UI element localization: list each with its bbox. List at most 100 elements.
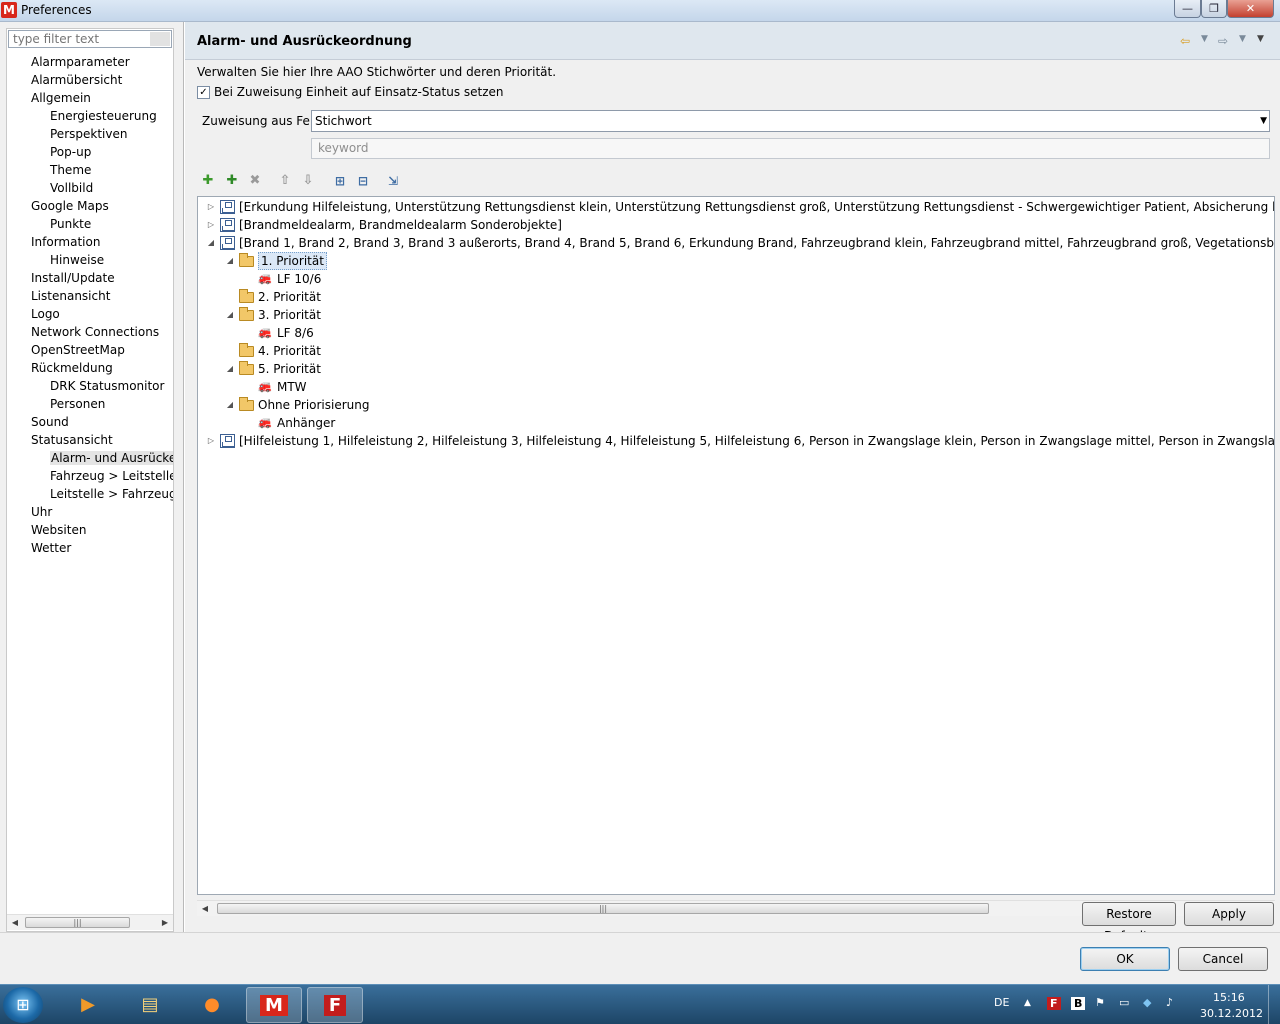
tree-row[interactable]: ◢ 5. Priorität [198, 360, 1274, 378]
sidebar-item[interactable]: Punkte [7, 215, 173, 233]
move-up-icon[interactable]: ⇧ [276, 172, 294, 190]
expanded-twistie-icon[interactable]: ◢ [225, 396, 235, 414]
scroll-right-icon[interactable]: ▶ [157, 915, 173, 931]
sidebar-item[interactable]: Leitstelle > Fahrzeug [7, 485, 173, 503]
tree-row[interactable]: 🚒 MTW [198, 378, 1274, 396]
minimize-button[interactable]: — [1174, 0, 1201, 18]
collapsed-twistie-icon[interactable]: ▷ [206, 432, 216, 450]
sidebar-item[interactable]: Uhr [7, 503, 173, 521]
tree-row[interactable]: 🚒 LF 8/6 [198, 324, 1274, 342]
forward-icon[interactable]: ⇨ [1218, 34, 1228, 48]
import-icon[interactable]: ⇲ [384, 172, 402, 190]
tree-row[interactable]: ◢ [Brand 1, Brand 2, Brand 3, Brand 3 auß… [198, 234, 1274, 252]
sidebar-item[interactable]: Vollbild [7, 179, 173, 197]
show-desktop-button[interactable] [1268, 985, 1280, 1024]
collapsed-twistie-icon[interactable]: ▷ [206, 216, 216, 234]
show-hidden-icons-icon[interactable]: ▲ [1024, 998, 1031, 1008]
sidebar-item[interactable]: Personen [7, 395, 173, 413]
scrollbar-thumb[interactable]: ||| [217, 903, 989, 914]
close-button[interactable]: ✕ [1227, 0, 1274, 18]
sidebar-item[interactable]: Energiesteuerung [7, 107, 173, 125]
expanded-twistie-icon[interactable]: ◢ [225, 360, 235, 378]
ok-button[interactable]: OK [1080, 947, 1170, 971]
expand-all-icon[interactable]: ⊞ [331, 172, 349, 190]
start-button[interactable]: ⊞ [3, 987, 43, 1023]
sidebar-item[interactable]: Theme [7, 161, 173, 179]
keyword-input[interactable]: keyword [311, 138, 1270, 159]
app-m-taskbar-icon[interactable]: M [246, 987, 302, 1023]
sidebar-item[interactable]: Logo [7, 305, 173, 323]
tree-row[interactable]: ▷ [Hilfeleistung 1, Hilfeleistung 2, Hilf… [198, 432, 1274, 450]
sidebar-item[interactable]: Fahrzeug > Leitstelle [7, 467, 173, 485]
tree-row-label: LF 8/6 [277, 326, 314, 340]
forward-dropdown-icon[interactable]: ▼ [1239, 34, 1246, 44]
sidebar-item[interactable]: Network Connections [7, 323, 173, 341]
sidebar-item[interactable]: Statusansicht [7, 431, 173, 449]
assign-field-select[interactable]: Stichwort ▼ [311, 110, 1270, 132]
sidebar-horizontal-scrollbar[interactable]: ◀ ||| ▶ [7, 914, 173, 930]
collapse-all-icon[interactable]: ⊟ [354, 172, 372, 190]
tree-row[interactable]: 2. Priorität [198, 288, 1274, 306]
cancel-button[interactable]: Cancel [1178, 947, 1268, 971]
sidebar-item[interactable]: Alarmparameter [7, 53, 173, 71]
sidebar-item[interactable]: Pop-up [7, 143, 173, 161]
scroll-left-icon[interactable]: ◀ [7, 915, 23, 931]
expanded-twistie-icon[interactable]: ◢ [225, 252, 235, 270]
tree-row[interactable]: ◢ 3. Priorität [198, 306, 1274, 324]
scrollbar-thumb[interactable]: ||| [25, 917, 130, 928]
sidebar-item[interactable]: Alarmübersicht [7, 71, 173, 89]
status-checkbox-row[interactable]: ✓ Bei Zuweisung Einheit auf Einsatz-Stat… [197, 84, 504, 100]
dropbox-icon[interactable]: ◆ [1143, 996, 1151, 1009]
sidebar-item[interactable]: Install/Update [7, 269, 173, 287]
tree-row[interactable]: ◢ 1. Priorität [198, 252, 1274, 270]
status-checkbox[interactable]: ✓ [197, 85, 210, 99]
firefox-icon[interactable]: ● [184, 987, 240, 1023]
tree-row[interactable]: 🚒 LF 10/6 [198, 270, 1274, 288]
sidebar-item[interactable]: Allgemein [7, 89, 173, 107]
volume-icon[interactable]: ♪ [1166, 996, 1173, 1009]
clock-time[interactable]: 15:16 [1213, 991, 1245, 1004]
tray-f-icon[interactable]: F [1047, 997, 1061, 1010]
sidebar-item[interactable]: Google Maps [7, 197, 173, 215]
tree-row[interactable]: 4. Priorität [198, 342, 1274, 360]
sidebar-item[interactable]: Listenansicht [7, 287, 173, 305]
tree-row[interactable]: 🚒 Anhänger [198, 414, 1274, 432]
tray-b-icon[interactable]: B [1071, 997, 1086, 1010]
expanded-twistie-icon[interactable]: ◢ [225, 306, 235, 324]
add-icon[interactable]: ✚ [199, 172, 217, 190]
sidebar-item[interactable]: DRK Statusmonitor [7, 377, 173, 395]
collapsed-twistie-icon[interactable]: ▷ [206, 198, 216, 216]
add-child-icon[interactable]: ✚ [223, 172, 241, 190]
apply-button[interactable]: Apply [1184, 902, 1274, 926]
sidebar-item[interactable]: Sound [7, 413, 173, 431]
clear-filter-icon[interactable] [150, 32, 170, 46]
media-player-icon[interactable]: ▶ [60, 987, 116, 1023]
tree-row[interactable]: ◢ Ohne Priorisierung [198, 396, 1274, 414]
expanded-twistie-icon[interactable]: ◢ [206, 234, 216, 252]
sidebar-item[interactable]: Perspektiven [7, 125, 173, 143]
sidebar-item[interactable]: Information [7, 233, 173, 251]
sidebar-item[interactable]: Alarm- und Ausrückeor [7, 449, 173, 467]
filter-input[interactable] [8, 30, 172, 48]
tree-row[interactable]: ▷ [Brandmeldealarm, Brandmeldealarm Sonde… [198, 216, 1274, 234]
sidebar-item[interactable]: Websiten [7, 521, 173, 539]
tree-row[interactable]: ▷ [Erkundung Hilfeleistung, Unterstützung… [198, 198, 1274, 216]
back-icon[interactable]: ⇦ [1180, 34, 1190, 48]
sidebar-item[interactable]: Hinweise [7, 251, 173, 269]
move-down-icon[interactable]: ⇩ [299, 172, 317, 190]
sidebar-item[interactable]: Rückmeldung [7, 359, 173, 377]
sidebar-item[interactable]: OpenStreetMap [7, 341, 173, 359]
delete-icon[interactable]: ✖ [246, 172, 264, 190]
view-menu-icon[interactable]: ▼ [1257, 34, 1264, 44]
app-f-taskbar-icon[interactable]: F [307, 987, 363, 1023]
network-icon[interactable]: ▭ [1119, 996, 1129, 1009]
sidebar-item[interactable]: Wetter [7, 539, 173, 557]
maximize-button[interactable]: ❐ [1201, 0, 1227, 18]
explorer-folder-icon[interactable]: ▤ [122, 987, 178, 1023]
restore-defaults-button[interactable]: Restore Defaults [1082, 902, 1176, 943]
clock-date[interactable]: 30.12.2012 [1200, 1007, 1263, 1020]
action-center-flag-icon[interactable]: ⚑ [1095, 996, 1105, 1009]
scroll-left-icon[interactable]: ◀ [197, 901, 213, 917]
language-indicator[interactable]: DE [994, 996, 1009, 1009]
back-dropdown-icon[interactable]: ▼ [1201, 34, 1208, 44]
